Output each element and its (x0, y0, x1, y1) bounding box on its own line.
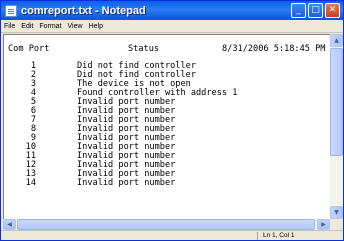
horizontal-scrollbar[interactable]: ◀ ▶ (3, 219, 330, 230)
scrollbar-corner (330, 219, 343, 230)
window-controls: _ □ ✕ (291, 3, 340, 18)
notepad-window: comreport.txt - Notepad _ □ ✕ File Edit … (0, 0, 344, 241)
maximize-button[interactable]: □ (308, 3, 323, 18)
vertical-scrollbar[interactable]: ▲ ▼ (330, 34, 343, 219)
menu-edit[interactable]: Edit (21, 23, 33, 30)
report-row: 14 Invalid port number (4, 179, 330, 188)
menu-format[interactable]: Format (39, 23, 61, 30)
notepad-icon[interactable] (5, 4, 17, 17)
scroll-left-icon[interactable]: ◀ (3, 219, 16, 230)
menu-help[interactable]: Help (89, 23, 103, 30)
status-bar: Ln 1, Col 1 (1, 230, 343, 240)
report-header: Com Port Status 8/31/2006 5:18:45 PM (4, 44, 330, 55)
menu-view[interactable]: View (68, 23, 83, 30)
vertical-scroll-thumb[interactable] (330, 48, 343, 156)
header-status: Status (128, 44, 160, 54)
status-divider (257, 232, 258, 240)
scroll-down-icon[interactable]: ▼ (330, 206, 343, 219)
close-button[interactable]: ✕ (325, 3, 340, 18)
title-bar[interactable]: comreport.txt - Notepad _ □ ✕ (1, 1, 343, 20)
menu-bar: File Edit Format View Help (1, 20, 343, 33)
horizontal-scroll-thumb[interactable] (17, 219, 315, 230)
menu-file[interactable]: File (4, 23, 15, 30)
scroll-up-icon[interactable]: ▲ (330, 34, 343, 47)
text-editor[interactable]: Com Port Status 8/31/2006 5:18:45 PM 1 Di… (3, 34, 330, 219)
row-port: 14 (25, 178, 36, 188)
row-status: Invalid port number (77, 178, 176, 188)
cursor-position: Ln 1, Col 1 (263, 232, 295, 239)
window-title: comreport.txt - Notepad (21, 4, 146, 17)
header-com-port: Com Port (8, 44, 50, 54)
header-timestamp: 8/31/2006 5:18:45 PM (222, 44, 326, 54)
scroll-right-icon[interactable]: ▶ (317, 219, 330, 230)
minimize-button[interactable]: _ (291, 3, 306, 18)
